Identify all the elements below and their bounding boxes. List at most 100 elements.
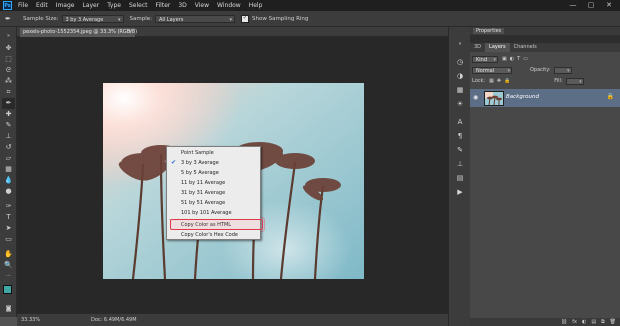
hand-tool-icon[interactable]: ✋	[2, 249, 15, 260]
properties-title[interactable]: Properties	[473, 28, 505, 34]
menu-filter[interactable]: Filter	[156, 2, 171, 9]
pen-tool-icon[interactable]: ✑	[2, 201, 15, 212]
menu-select[interactable]: Select	[129, 2, 148, 9]
paragraph-panel-icon[interactable]: ¶	[454, 131, 466, 141]
history-brush-tool-icon[interactable]: ↺	[2, 142, 15, 153]
foreground-color-swatch[interactable]	[3, 285, 12, 294]
adjustments-panel-icon[interactable]: ☀	[454, 99, 466, 109]
move-tool-icon[interactable]: ✥	[2, 43, 15, 54]
properties-header: Properties	[470, 27, 620, 35]
layers-tab-bar: 3D Layers Channels	[470, 43, 620, 52]
menu-3d[interactable]: 3D	[178, 2, 186, 9]
link-layers-icon[interactable]: ⛓	[561, 318, 567, 326]
checkmark-icon: ✔	[171, 159, 177, 166]
quick-mask-icon[interactable]: ◙	[2, 303, 15, 314]
eyedropper-tool-icon[interactable]: ✒	[2, 98, 15, 109]
menu-view[interactable]: View	[195, 2, 209, 9]
gradient-tool-icon[interactable]: ▦	[2, 164, 15, 175]
sample-size-dropdown[interactable]: 3 by 3 Average	[61, 14, 124, 24]
blur-tool-icon[interactable]: 💧	[2, 175, 15, 186]
close-tab-icon[interactable]: ×	[128, 28, 132, 37]
new-layer-icon[interactable]: ⧉	[601, 318, 605, 326]
toolbar-collapse-icon[interactable]: »	[2, 31, 15, 42]
menu-item-51-by-51-average[interactable]: 51 by 51 Average	[167, 198, 260, 208]
layer-thumbnail	[484, 91, 504, 106]
tab-layers[interactable]: Layers	[485, 43, 510, 52]
filter-adjust-icon[interactable]: ◐	[510, 56, 514, 62]
healing-brush-tool-icon[interactable]: ✚	[2, 109, 15, 120]
menu-type[interactable]: Type	[107, 2, 121, 9]
menu-item-3-by-3-average[interactable]: ✔ 3 by 3 Average	[167, 158, 260, 168]
color-panel-icon[interactable]: ◑	[454, 71, 466, 81]
dodge-tool-icon[interactable]: ●	[2, 186, 15, 197]
menu-item-31-by-31-average[interactable]: 31 by 31 Average	[167, 188, 260, 198]
layer-lock-icon: 🔒	[606, 93, 614, 100]
show-sampling-ring-checkbox[interactable]: ✓	[241, 14, 249, 23]
new-group-icon[interactable]: ▤	[591, 318, 596, 326]
lock-pixels-icon[interactable]: ▦	[489, 78, 494, 84]
dock-collapse-icon[interactable]: «	[454, 39, 466, 49]
actions-panel-icon[interactable]: ▶	[454, 187, 466, 197]
eyedropper-tool-icon[interactable]: ✒	[5, 14, 17, 24]
document-tab-bar: pexels-photo-1552354.jpeg @ 33.3% (RGB/8…	[17, 27, 448, 37]
tool-presets-panel-icon[interactable]: ▤	[454, 173, 466, 183]
visibility-eye-icon[interactable]: ◉	[473, 94, 478, 101]
menu-item-point-sample[interactable]: Point Sample	[167, 148, 260, 158]
clone-source-panel-icon[interactable]: ⊥	[454, 159, 466, 169]
layer-row-background[interactable]: ◉ Background 🔒	[470, 89, 620, 107]
history-panel-icon[interactable]: ◷	[454, 57, 466, 67]
brush-tool-icon[interactable]: ✎	[2, 120, 15, 131]
adjustment-layer-icon[interactable]: ◐	[582, 318, 586, 326]
menu-help[interactable]: Help	[249, 2, 263, 9]
menu-item-101-by-101-average[interactable]: 101 by 101 Average	[167, 208, 260, 218]
menu-file[interactable]: File	[18, 2, 28, 9]
menu-edit[interactable]: Edit	[36, 2, 48, 9]
eraser-tool-icon[interactable]: ▱	[2, 153, 15, 164]
menu-item-copy-color-hex-code[interactable]: Copy Color's Hex Code	[167, 230, 260, 240]
layer-thumbnail-image	[485, 92, 503, 105]
doc-size-info[interactable]: Doc: 6.49M/6.49M	[91, 317, 137, 323]
maximize-icon[interactable]: ▢	[584, 0, 598, 11]
path-selection-tool-icon[interactable]: ➤	[2, 223, 15, 234]
zoom-tool-icon[interactable]: 🔍	[2, 260, 15, 271]
fill-field[interactable]	[565, 77, 584, 85]
clone-stamp-tool-icon[interactable]: ⊥	[2, 131, 15, 142]
lock-position-icon[interactable]: ✥	[497, 78, 501, 84]
filter-pixel-icon[interactable]: ▣	[502, 56, 507, 62]
tab-3d[interactable]: 3D	[470, 43, 485, 52]
brush-panel-icon[interactable]: ✎	[454, 145, 466, 155]
menu-item-11-by-11-average[interactable]: 11 by 11 Average	[167, 178, 260, 188]
kind-filter-dropdown[interactable]: Kind	[472, 55, 498, 63]
type-tool-icon[interactable]: T	[2, 212, 15, 223]
layer-effects-icon[interactable]: fx	[572, 318, 577, 326]
close-window-icon[interactable]: ✕	[602, 0, 616, 11]
document-tab[interactable]: pexels-photo-1552354.jpeg @ 33.3% (RGB/8…	[20, 28, 138, 37]
document-tab-title: pexels-photo-1552354.jpeg @ 33.3% (RGB/8…	[23, 29, 138, 35]
lasso-tool-icon[interactable]: ᘓ	[2, 65, 15, 76]
blend-mode-dropdown[interactable]: Normal	[472, 66, 512, 74]
minimize-icon[interactable]: —	[566, 0, 580, 11]
swatches-panel-icon[interactable]: ▦	[454, 85, 466, 95]
character-panel-icon[interactable]: A	[454, 117, 466, 127]
status-bar: 33.33% Doc: 6.49M/6.49M	[17, 313, 448, 326]
opacity-field[interactable]	[553, 66, 572, 74]
sample-label: Sample:	[129, 15, 152, 22]
menu-item-5-by-5-average[interactable]: 5 by 5 Average	[167, 168, 260, 178]
marquee-tool-icon[interactable]: ⬚	[2, 54, 15, 65]
tab-channels[interactable]: Channels	[510, 43, 541, 52]
zoom-level[interactable]: 33.33%	[21, 317, 40, 323]
blend-row: Normal Opacity:	[472, 66, 576, 74]
lock-all-icon[interactable]: 🔒	[504, 78, 510, 84]
quick-select-tool-icon[interactable]: ⁂	[2, 76, 15, 87]
filter-type-icon[interactable]: T	[517, 56, 520, 62]
menu-layer[interactable]: Layer	[82, 2, 99, 9]
menu-image[interactable]: Image	[56, 2, 75, 9]
layer-name: Background	[506, 94, 539, 100]
filter-shape-icon[interactable]: ▭	[523, 56, 528, 62]
shape-tool-icon[interactable]: ▭	[2, 234, 15, 245]
sample-dropdown[interactable]: All Layers	[155, 14, 235, 24]
more-tools-icon[interactable]: ···	[2, 271, 15, 282]
menu-window[interactable]: Window	[217, 2, 241, 9]
crop-tool-icon[interactable]: ⌗	[2, 87, 15, 98]
delete-layer-icon[interactable]: 🗑	[610, 318, 616, 326]
